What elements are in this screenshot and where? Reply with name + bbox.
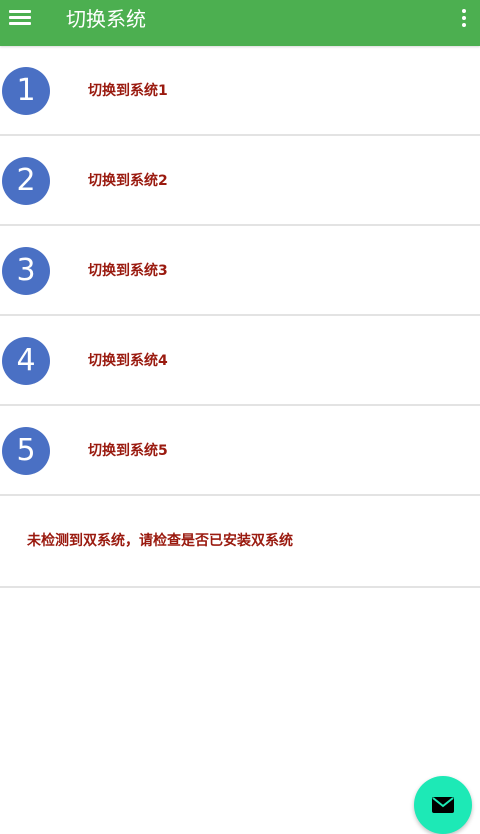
more-vert-icon[interactable] <box>456 8 472 30</box>
switch-system-1-item[interactable]: 1 切换到系统1 <box>0 46 480 136</box>
switch-system-3-item[interactable]: 3 切换到系统3 <box>0 226 480 316</box>
switch-system-5-label: 切换到系统5 <box>88 443 168 459</box>
switch-system-2-label: 切换到系统2 <box>88 173 168 189</box>
system-list: 1 切换到系统1 2 切换到系统2 3 切换到系统3 4 切换到系统4 5 切换… <box>0 46 480 588</box>
number-badge-1: 1 <box>2 67 50 115</box>
switch-system-3-label: 切换到系统3 <box>88 263 168 279</box>
mail-fab-button[interactable] <box>414 776 472 834</box>
number-badge-4: 4 <box>2 337 50 385</box>
switch-system-5-item[interactable]: 5 切换到系统5 <box>0 406 480 496</box>
switch-system-4-item[interactable]: 4 切换到系统4 <box>0 316 480 406</box>
switch-system-1-label: 切换到系统1 <box>88 83 168 99</box>
switch-system-4-label: 切换到系统4 <box>88 353 168 369</box>
status-message: 未检测到双系统，请检查是否已安装双系统 <box>27 533 293 549</box>
switch-system-2-item[interactable]: 2 切换到系统2 <box>0 136 480 226</box>
mail-icon <box>432 797 454 813</box>
hamburger-menu-icon[interactable] <box>9 10 31 26</box>
number-badge-3: 3 <box>2 247 50 295</box>
page-title: 切换系统 <box>66 7 146 31</box>
number-badge-5: 5 <box>2 427 50 475</box>
status-row: 未检测到双系统，请检查是否已安装双系统 <box>0 496 480 588</box>
app-bar: 切换系统 <box>0 0 480 46</box>
number-badge-2: 2 <box>2 157 50 205</box>
